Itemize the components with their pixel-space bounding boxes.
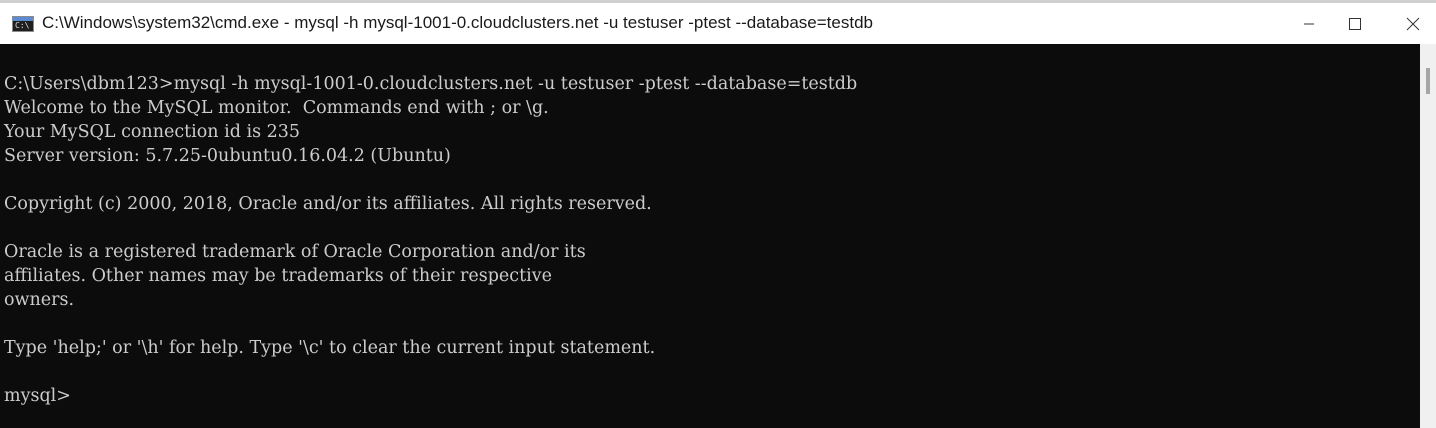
console-line: affiliates. Other names may be trademark… — [4, 266, 552, 286]
console-line: C:\Users\dbm123>mysql -h mysql-1001-0.cl… — [4, 74, 858, 94]
console-line: Copyright (c) 2000, 2018, Oracle and/or … — [4, 194, 652, 214]
scrollbar-thumb[interactable] — [1426, 68, 1430, 94]
cmd-icon[interactable]: C:\ — [12, 16, 34, 32]
cmd-icon-prompt: C:\ — [15, 21, 30, 30]
console-line: Type 'help;' or '\h' for help. Type '\c'… — [4, 338, 656, 358]
maximize-icon — [1349, 17, 1361, 30]
minimize-button[interactable] — [1286, 3, 1332, 44]
close-icon — [1406, 17, 1420, 30]
console-output[interactable]: C:\Users\dbm123>mysql -h mysql-1001-0.cl… — [0, 44, 1420, 428]
console-line: Welcome to the MySQL monitor. Commands e… — [4, 98, 549, 118]
vertical-scrollbar[interactable] — [1420, 44, 1436, 428]
minimize-icon — [1304, 23, 1314, 24]
console-line: owners. — [4, 290, 75, 310]
close-button[interactable] — [1390, 3, 1436, 44]
window-title: C:\Windows\system32\cmd.exe - mysql -h m… — [42, 13, 873, 32]
console-line: Your MySQL connection id is 235 — [4, 122, 301, 142]
maximize-button[interactable] — [1332, 3, 1378, 44]
cmd-window: C:\ C:\Windows\system32\cmd.exe - mysql … — [0, 0, 1436, 428]
console-line: Oracle is a registered trademark of Orac… — [4, 242, 586, 262]
console-line: Server version: 5.7.25-0ubuntu0.16.04.2 … — [4, 146, 451, 166]
title-bar[interactable]: C:\ C:\Windows\system32\cmd.exe - mysql … — [0, 0, 1436, 44]
mysql-prompt[interactable]: mysql> — [4, 384, 1420, 408]
